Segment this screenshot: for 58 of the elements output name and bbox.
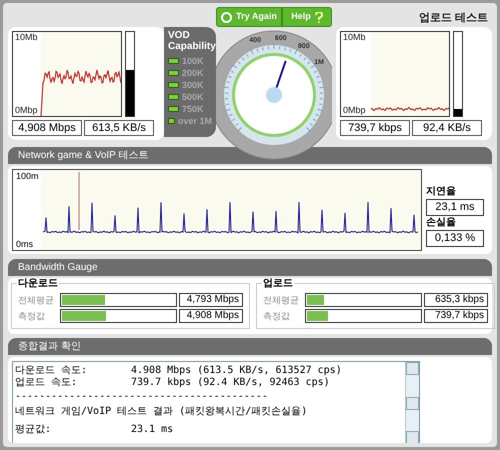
axis-max-label: 100m [16, 171, 39, 182]
capability-label: over 1M [178, 116, 212, 126]
stat-label: 지연율 [426, 186, 457, 198]
result-text: 네트워크 게임/VoIP 테스트 결과 (패킷왕복시간/패킷손실율) [15, 405, 308, 419]
scroll-thumb[interactable] [406, 396, 419, 410]
marker-line [78, 172, 80, 230]
led-icon [168, 58, 179, 64]
result-value: 4.908 Mbps (613.5 KB/s, 613527 cps) [131, 365, 342, 377]
led-icon [168, 118, 175, 124]
help-icon [314, 12, 323, 22]
panel-title: 업로드 테스트 [418, 11, 488, 25]
needle-hub-icon [266, 87, 282, 103]
row-label: 전체평균 [263, 294, 300, 307]
row-label: 측정값 [263, 310, 291, 323]
result-label: 업로드 속도: [15, 377, 78, 389]
scrollbar[interactable] [405, 362, 419, 443]
capability-label: 100K [182, 56, 204, 66]
result-label: 다운로드 속도: [15, 365, 88, 377]
axis-max-label: 10Mb [343, 32, 366, 43]
value-box: 635,3 kbps [424, 293, 488, 307]
result-label: 평균값: [15, 424, 52, 436]
value-box: 4,908 Mbps [179, 309, 243, 323]
reading-box: 92,4 KB/s [412, 120, 482, 136]
axis-min-label: 0Mbp [15, 105, 38, 116]
row-label: 전체평균 [18, 294, 55, 307]
scroll-up-button[interactable] [406, 362, 419, 375]
led-icon [168, 94, 179, 100]
led-icon [168, 82, 179, 88]
stat-value-box: 23,1 ms [426, 198, 484, 216]
capability-label: 750K [182, 104, 204, 114]
try-again-button[interactable]: Try Again [216, 7, 282, 27]
axis-min-label: 0ms [16, 239, 34, 250]
stat-value-box: 0,133 % [426, 230, 484, 246]
scroll-down-button[interactable] [406, 431, 419, 443]
capability-label: 500K [182, 92, 204, 102]
axis-min-label: 0Mbp [343, 105, 366, 116]
capability-label: 200K [182, 68, 204, 78]
led-icon [168, 106, 179, 112]
reading-box: 739,7 kbps [340, 120, 410, 136]
row-label: 측정값 [18, 310, 46, 323]
value-box: 4,793 Mbps [179, 293, 243, 307]
reading-box: 4,908 Mbps [12, 120, 82, 136]
value-box: 739,7 kbps [424, 309, 488, 323]
result-text: ------------------------------------------ [15, 390, 269, 404]
help-button[interactable]: Help [282, 7, 332, 27]
group-title: 업로드 [262, 278, 294, 290]
led-icon [168, 70, 179, 76]
result-value: 23.1 ms [131, 424, 174, 436]
capability-label: 300K [182, 80, 204, 90]
reading-box: 613,5 KB/s [84, 120, 154, 136]
section-header: 종합결과 확인 [8, 338, 492, 355]
result-value: 739.7 kbps (92.4 KB/s, 92463 cps) [131, 377, 330, 389]
axis-max-label: 10Mb [15, 32, 38, 43]
stat-label: 손실율 [426, 216, 457, 228]
refresh-icon [221, 12, 232, 22]
section-header: Bandwidth Gauge [8, 259, 492, 276]
section-header: Network game & VoIP 테스트 [8, 147, 492, 164]
group-title: 다운로드 [17, 278, 59, 290]
